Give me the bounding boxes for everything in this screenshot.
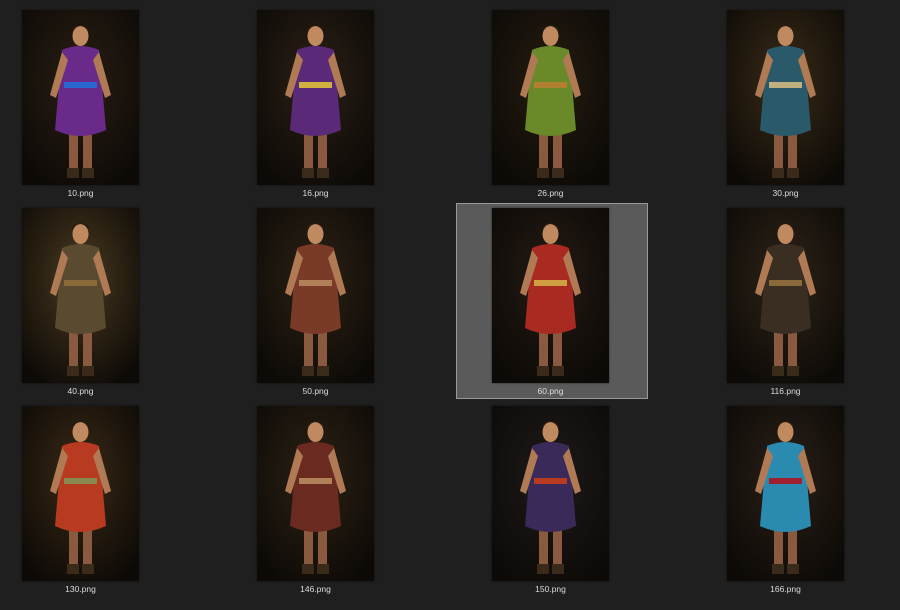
thumbnail-item[interactable]: 26.png [472, 0, 708, 198]
thumbnail-item[interactable]: 150.png [472, 396, 708, 594]
figure-boot [772, 366, 784, 376]
figure-belt [769, 280, 802, 286]
thumbnail-image[interactable] [22, 10, 139, 185]
thumbnail-item[interactable]: 10.png [0, 0, 236, 198]
figure-boot [787, 366, 799, 376]
thumbnail-item[interactable]: 16.png [236, 0, 472, 198]
thumbnail-art [492, 406, 609, 581]
thumbnail-art [257, 406, 374, 581]
thumbnail-art [492, 208, 609, 383]
figure-boot [787, 564, 799, 574]
figure-head [307, 422, 324, 442]
figure-boot [82, 564, 94, 574]
thumbnail-item[interactable]: 60.png [472, 198, 708, 396]
figure-boot [537, 564, 549, 574]
figure-belt [534, 478, 567, 484]
figure-belt [769, 82, 802, 88]
thumbnail-item[interactable]: 146.png [236, 396, 472, 594]
thumbnail-art [727, 10, 844, 185]
figure-head [542, 422, 559, 442]
thumbnail-item[interactable]: 116.png [708, 198, 900, 396]
figure-boot [537, 168, 549, 178]
thumbnail-image[interactable] [492, 10, 609, 185]
figure-boot [317, 564, 329, 574]
thumbnail-item[interactable]: 130.png [0, 396, 236, 594]
figure-head [72, 422, 89, 442]
thumbnail-art [727, 208, 844, 383]
figure-boot [772, 564, 784, 574]
thumbnail-art [492, 10, 609, 185]
thumbnail-image[interactable] [727, 10, 844, 185]
thumbnail-image[interactable] [727, 406, 844, 581]
figure-boot [537, 366, 549, 376]
figure-belt [299, 82, 332, 88]
figure-belt [534, 82, 567, 88]
thumbnail-art [257, 208, 374, 383]
figure-head [777, 422, 794, 442]
figure-head [542, 26, 559, 46]
figure-boot [82, 168, 94, 178]
figure-boot [82, 366, 94, 376]
thumbnail-image[interactable] [22, 406, 139, 581]
figure-head [307, 224, 324, 244]
figure-boot [787, 168, 799, 178]
figure-head [72, 224, 89, 244]
figure-belt [64, 478, 97, 484]
thumbnail-art [22, 208, 139, 383]
thumbnail-art [257, 10, 374, 185]
figure-boot [67, 168, 79, 178]
thumbnail-image[interactable] [727, 208, 844, 383]
figure-boot [67, 564, 79, 574]
thumbnail-grid: 10.png 16.png 26.png 30.png 40.png 50.png 60.p… [0, 0, 900, 610]
figure-boot [552, 168, 564, 178]
thumbnail-art [727, 406, 844, 581]
figure-boot [317, 366, 329, 376]
thumbnail-image[interactable] [257, 10, 374, 185]
figure-boot [302, 168, 314, 178]
thumbnail-item[interactable]: 50.png [236, 198, 472, 396]
figure-head [307, 26, 324, 46]
file-name-label: 60.png [537, 386, 564, 396]
thumbnail-image[interactable] [257, 406, 374, 581]
thumbnail-viewer: 10.png 16.png 26.png 30.png 40.png 50.png 60.p… [0, 0, 900, 610]
figure-boot [302, 366, 314, 376]
thumbnail-item[interactable]: 40.png [0, 198, 236, 396]
file-name-label: 50.png [302, 386, 329, 396]
figure-head [542, 224, 559, 244]
figure-boot [552, 366, 564, 376]
thumbnail-art [22, 406, 139, 581]
thumbnail-image[interactable] [257, 208, 374, 383]
file-name-label: 116.png [770, 386, 801, 396]
figure-belt [769, 478, 802, 484]
file-name-label: 16.png [302, 188, 329, 198]
figure-boot [772, 168, 784, 178]
thumbnail-item[interactable]: 30.png [708, 0, 900, 198]
figure-boot [552, 564, 564, 574]
file-name-label: 40.png [67, 386, 94, 396]
file-name-label: 166.png [770, 584, 801, 594]
file-name-label: 10.png [67, 188, 94, 198]
figure-boot [317, 168, 329, 178]
file-name-label: 130.png [65, 584, 96, 594]
thumbnail-item[interactable]: 166.png [708, 396, 900, 594]
figure-belt [64, 280, 97, 286]
figure-belt [64, 82, 97, 88]
figure-boot [67, 366, 79, 376]
figure-belt [534, 280, 567, 286]
figure-belt [299, 478, 332, 484]
thumbnail-art [22, 10, 139, 185]
figure-boot [302, 564, 314, 574]
figure-head [777, 224, 794, 244]
figure-belt [299, 280, 332, 286]
file-name-label: 30.png [772, 188, 799, 198]
file-name-label: 150.png [535, 584, 566, 594]
file-name-label: 146.png [300, 584, 331, 594]
figure-head [777, 26, 794, 46]
file-name-label: 26.png [537, 188, 564, 198]
thumbnail-image[interactable] [492, 208, 609, 383]
thumbnail-image[interactable] [22, 208, 139, 383]
thumbnail-image[interactable] [492, 406, 609, 581]
figure-head [72, 26, 89, 46]
